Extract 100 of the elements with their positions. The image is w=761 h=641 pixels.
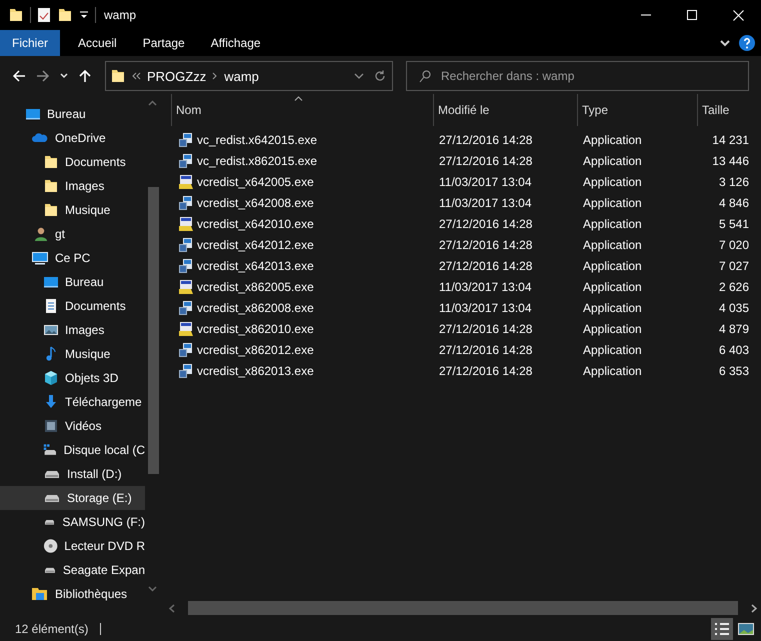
column-header[interactable]: Taille	[697, 94, 761, 126]
breadcrumb[interactable]: wamp	[224, 68, 259, 84]
search-field[interactable]: Rechercher dans : wamp	[441, 62, 748, 90]
checklist-icon[interactable]	[37, 7, 51, 23]
file-size: 6 403	[718, 342, 749, 356]
installer-icon	[178, 300, 194, 316]
system-drive-icon	[43, 442, 58, 458]
desktop-icon	[43, 274, 59, 290]
file-type: Application	[583, 322, 642, 336]
file-size: 3 126	[718, 174, 749, 188]
refresh-icon[interactable]	[374, 70, 386, 82]
nav-item[interactable]: Téléchargeme	[0, 390, 145, 414]
close-icon[interactable]	[732, 10, 744, 20]
scrollbar-thumb[interactable]	[148, 187, 159, 474]
file-date: 11/03/2017 13:04	[439, 174, 532, 188]
column-header[interactable]: Type	[577, 94, 697, 126]
file-name[interactable]: vcredist_x642008.exe	[197, 196, 314, 210]
nav-item[interactable]: Documents	[0, 294, 145, 318]
setup-icon	[178, 320, 194, 336]
nav-item[interactable]: Vidéos	[0, 414, 145, 438]
nav-item[interactable]: Storage (E:)	[0, 486, 145, 510]
scrollbar-thumb[interactable]	[188, 601, 738, 615]
chevron-down-icon[interactable]	[719, 38, 731, 48]
ribbon-tab[interactable]: Accueil	[65, 30, 130, 56]
file-name[interactable]: vcredist_x642005.exe	[197, 174, 314, 188]
file-name[interactable]: vc_redist.x642015.exe	[197, 132, 318, 146]
drive-icon	[45, 518, 54, 526]
nav-item[interactable]: Install (D:)	[0, 462, 145, 486]
back-arrow-icon[interactable]	[12, 69, 26, 83]
breadcrumb[interactable]: PROGZzz	[147, 68, 206, 84]
image-icon	[43, 322, 59, 338]
scroll-right-icon[interactable]	[750, 604, 758, 612]
nav-item[interactable]: Documents	[0, 150, 145, 174]
nav-item[interactable]: OneDrive	[0, 126, 145, 150]
nav-item[interactable]: Ce PC	[0, 246, 145, 270]
column-header[interactable]: Modifié le	[433, 94, 577, 126]
nav-item[interactable]: Disque local (C	[0, 438, 145, 462]
file-size: 14 231	[712, 132, 749, 146]
address-bar[interactable]: PROGZzz wamp	[105, 61, 393, 91]
nav-item[interactable]: Objets 3D	[0, 366, 145, 390]
file-type: Application	[583, 280, 642, 294]
scroll-down-icon[interactable]	[148, 586, 157, 592]
film-icon	[43, 418, 59, 434]
file-type: Application	[583, 132, 642, 146]
file-name[interactable]: vcredist_x642012.exe	[197, 238, 314, 252]
file-name[interactable]: vcredist_x862008.exe	[197, 300, 314, 314]
file-date: 11/03/2017 13:04	[439, 196, 532, 210]
ribbon-tab[interactable]: Partage	[130, 30, 198, 56]
nav-item[interactable]: Bibliothèques	[0, 582, 145, 606]
nav-item[interactable]: Images	[0, 174, 145, 198]
folder-icon	[43, 154, 59, 170]
forward-arrow-icon[interactable]	[36, 69, 50, 83]
nav-item[interactable]: Seagate Expan	[0, 558, 145, 582]
file-name[interactable]: vcredist_x862012.exe	[197, 342, 314, 356]
nav-item[interactable]: Bureau	[0, 270, 145, 294]
file-name[interactable]: vcredist_x642010.exe	[197, 216, 314, 230]
folder-icon	[110, 68, 126, 84]
file-type: Application	[583, 258, 642, 272]
file-size: 4 879	[718, 322, 749, 336]
nav-item[interactable]: SAMSUNG (F:)	[0, 510, 145, 534]
nav-item[interactable]: Lecteur DVD R	[0, 534, 145, 558]
maximize-icon[interactable]	[687, 10, 697, 20]
sort-up-icon	[294, 96, 303, 101]
download-arrow-icon	[43, 394, 59, 410]
file-name[interactable]: vcredist_x862010.exe	[197, 322, 314, 336]
dropdown-arrow-icon[interactable]	[79, 10, 89, 20]
search-box[interactable]: Rechercher dans : wamp	[406, 61, 749, 91]
column-header[interactable]: Nom	[171, 94, 433, 126]
desktop-icon	[25, 106, 41, 122]
nav-item[interactable]: Bureau	[0, 102, 145, 126]
nav-item[interactable]: gt	[0, 222, 145, 246]
file-size: 2 626	[718, 280, 749, 294]
nav-item[interactable]: Musique	[0, 342, 145, 366]
file-name[interactable]: vc_redist.x862015.exe	[197, 154, 318, 168]
setup-icon	[178, 216, 194, 232]
file-type: Application	[583, 300, 642, 314]
file-size: 4 035	[718, 300, 749, 314]
file-date: 27/12/2016 14:28	[439, 216, 532, 230]
file-name[interactable]: vcredist_x642013.exe	[197, 258, 314, 272]
scroll-up-icon[interactable]	[148, 100, 157, 106]
nav-item[interactable]: Images	[0, 318, 145, 342]
file-size: 13 446	[712, 154, 749, 168]
minimize-icon[interactable]	[641, 14, 651, 16]
file-name[interactable]: vcredist_x862005.exe	[197, 280, 314, 294]
file-size: 5 541	[718, 216, 749, 230]
installer-icon	[178, 152, 194, 168]
double-chevron-icon	[132, 72, 141, 80]
installer-icon	[178, 362, 194, 378]
details-view-icon[interactable]	[711, 618, 733, 640]
help-icon[interactable]	[739, 35, 755, 51]
file-menu-button[interactable]: Fichier	[0, 30, 60, 56]
installer-icon	[178, 236, 194, 252]
installer-icon	[178, 132, 194, 148]
scroll-left-icon[interactable]	[168, 604, 176, 612]
file-size: 6 353	[718, 364, 749, 378]
setup-icon	[178, 278, 194, 294]
file-name[interactable]: vcredist_x862013.exe	[197, 364, 314, 378]
nav-item[interactable]: Musique	[0, 198, 145, 222]
ribbon-tab[interactable]: Affichage	[198, 30, 274, 56]
up-arrow-icon[interactable]	[78, 69, 92, 83]
